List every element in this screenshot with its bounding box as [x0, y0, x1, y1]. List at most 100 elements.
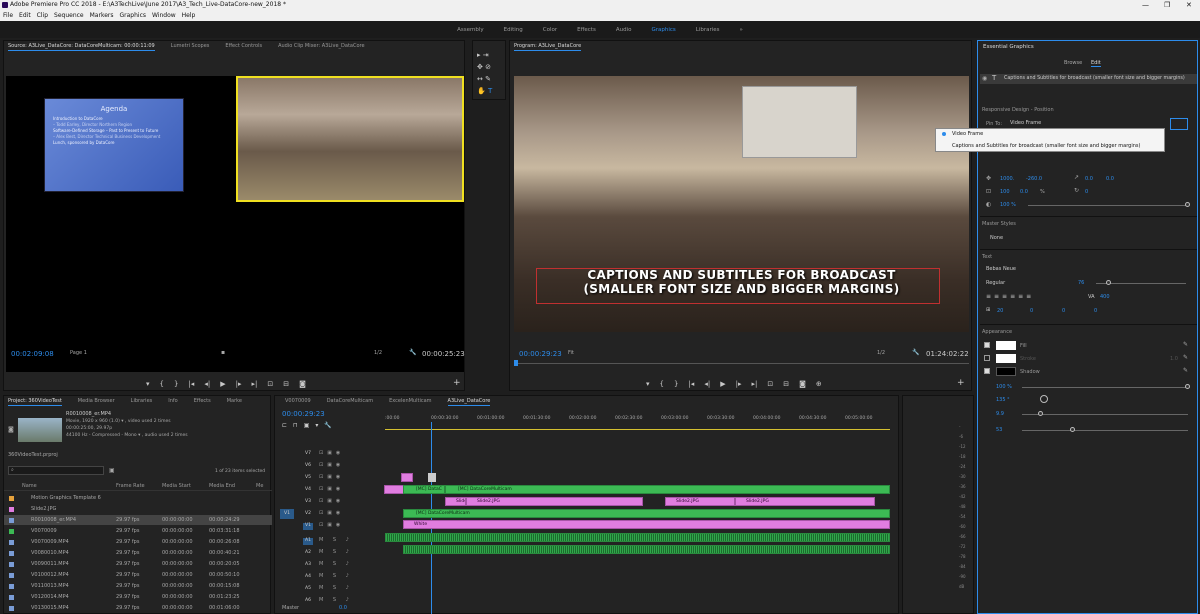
- stroke-swatch[interactable]: [996, 354, 1016, 363]
- tab-libraries[interactable]: Libraries: [131, 396, 153, 406]
- go-to-in-icon[interactable]: |◂: [688, 380, 694, 388]
- track-header[interactable]: V4 ⊡▣◉: [275, 485, 383, 496]
- track-name[interactable]: V1: [303, 523, 313, 530]
- playhead-icon[interactable]: [514, 360, 518, 366]
- caption-bounding-box[interactable]: [536, 268, 940, 304]
- timeline-clip[interactable]: [384, 485, 404, 494]
- list-item[interactable]: V0100012.MP4 29.97 fps 00:00:00:00 00:00:50…: [4, 570, 272, 580]
- track-toggle-icons[interactable]: ⊡▣◉: [319, 474, 344, 480]
- position-x[interactable]: 1000.: [1000, 176, 1014, 182]
- list-item[interactable]: V0090011.MP4 29.97 fps 00:00:00:00 00:00:20…: [4, 559, 272, 569]
- track-toggle-icons[interactable]: M S ♪: [319, 597, 353, 603]
- wrench-icon[interactable]: 🔧: [912, 349, 919, 356]
- hand-tool-icon[interactable]: ✋ T: [477, 85, 492, 97]
- workspace-graphics[interactable]: Graphics: [651, 27, 675, 33]
- shadow-distance-knob[interactable]: [1038, 411, 1043, 416]
- marker-icon[interactable]: ▾: [146, 380, 150, 388]
- track-name[interactable]: A5: [303, 586, 313, 593]
- list-item[interactable]: V0080010.MP4 29.97 fps 00:00:00:00 00:00:40…: [4, 548, 272, 558]
- workspace-more[interactable]: »: [740, 27, 743, 33]
- layer-row[interactable]: ◉ T Captions and Subtitles for broadcast…: [980, 74, 1197, 84]
- track-header[interactable]: A5 M S ♪: [275, 584, 383, 595]
- tab-edit[interactable]: Edit: [1091, 60, 1101, 67]
- track-name[interactable]: A4: [303, 574, 313, 581]
- workspace-effects[interactable]: Effects: [577, 27, 596, 33]
- track-toggle-icons[interactable]: M S ♪: [319, 537, 353, 543]
- tab-seq-v0070009[interactable]: V0070009: [285, 396, 311, 406]
- track-toggle-icons[interactable]: M S ♪: [319, 573, 353, 579]
- program-video[interactable]: CAPTIONS AND SUBTITLES FOR BROADCAST (SM…: [514, 76, 969, 332]
- in-point-icon[interactable]: {: [660, 380, 664, 388]
- track-toggle-icons[interactable]: ⊡▣◉: [319, 450, 344, 456]
- track-header[interactable]: V5 ⊡▣◉: [275, 473, 383, 484]
- column-media-end[interactable]: Media End: [209, 481, 235, 491]
- export-frame-icon[interactable]: ◙: [299, 380, 306, 388]
- list-item[interactable]: Motion Graphics Template 6: [4, 493, 272, 503]
- tracking-value[interactable]: 400: [1100, 294, 1110, 300]
- eye-icon[interactable]: ◉: [982, 75, 987, 82]
- export-frame-icon[interactable]: ◙: [799, 380, 806, 388]
- angle-dial-icon[interactable]: [1040, 395, 1048, 403]
- in-point-icon[interactable]: {: [160, 380, 164, 388]
- rotation-value-2[interactable]: 0.0: [1106, 176, 1114, 182]
- track-header[interactable]: A1 M S ♪: [275, 536, 383, 547]
- dropdown-option-video-frame[interactable]: Video Frame: [952, 131, 983, 137]
- timeline-ruler[interactable]: :00:00 00:00:30:00 00:01:00:00 00:01:30:00 0…: [385, 416, 890, 425]
- timeline-clip[interactable]: Slide2.JPG: [466, 497, 643, 506]
- tab-browse[interactable]: Browse: [1064, 60, 1082, 66]
- audio-clip-a2[interactable]: [403, 545, 890, 554]
- step-forward-icon[interactable]: |▸: [236, 380, 242, 388]
- list-item[interactable]: V0070009 29.97 fps 00:00:00:00 00:03:31:18: [4, 526, 272, 536]
- stroke-checkbox[interactable]: [984, 355, 990, 361]
- track-toggle-icons[interactable]: ⊡▣◉: [319, 522, 344, 528]
- shadow-checkbox[interactable]: [984, 368, 990, 374]
- timeline-clip[interactable]: [MC] DataCoreMulticam: [403, 509, 890, 518]
- column-media[interactable]: Me: [256, 481, 263, 491]
- minimize-icon[interactable]: —: [1142, 0, 1149, 10]
- program-zoom[interactable]: 1/2: [877, 350, 885, 356]
- shadow-distance-value[interactable]: 9.9: [996, 411, 1004, 417]
- source-timecode[interactable]: 00:02:09:08: [11, 350, 54, 358]
- master-value[interactable]: 0.0: [339, 605, 347, 611]
- tab-effects[interactable]: Effects: [194, 396, 211, 406]
- settings-icon[interactable]: ▪: [221, 349, 225, 356]
- tab-effect-controls[interactable]: Effect Controls: [225, 41, 262, 51]
- new-bin-icon[interactable]: ▣: [109, 467, 115, 474]
- lift-icon[interactable]: ⊡: [767, 380, 773, 388]
- comparison-icon[interactable]: ⊕: [816, 380, 822, 388]
- extract-icon[interactable]: ⊟: [783, 380, 789, 388]
- opacity-slider[interactable]: [1028, 205, 1188, 206]
- insert-icon[interactable]: ⊡: [267, 380, 273, 388]
- dropdown-option-caption-layer[interactable]: Captions and Subtitles for broadcast (sm…: [952, 143, 1140, 149]
- pin-to-select[interactable]: Video Frame: [1010, 120, 1162, 128]
- track-toggle-icons[interactable]: M S ♪: [319, 549, 353, 555]
- source-patch-v1[interactable]: V1: [280, 509, 294, 519]
- menu-file[interactable]: File: [3, 10, 13, 21]
- track-toggle-icons[interactable]: ⊡▣◉: [319, 498, 344, 504]
- tab-markers[interactable]: Marke: [227, 396, 242, 406]
- shadow-opacity-slider[interactable]: [1022, 387, 1188, 388]
- step-back-icon[interactable]: ◂|: [204, 380, 210, 388]
- shadow-opacity-knob[interactable]: [1185, 384, 1190, 389]
- shadow-size-knob[interactable]: [1070, 427, 1075, 432]
- go-to-in-icon[interactable]: |◂: [188, 380, 194, 388]
- anchor-value[interactable]: 0: [1085, 189, 1088, 195]
- eyedropper-icon[interactable]: ✎: [1183, 354, 1188, 361]
- timeline-clip[interactable]: [MC] DataCoreMulticam: [445, 485, 890, 494]
- tab-lumetri-scopes[interactable]: Lumetri Scopes: [171, 41, 210, 51]
- stroke-width-value[interactable]: 1.0: [1170, 356, 1178, 362]
- workspace-audio[interactable]: Audio: [616, 27, 632, 33]
- track-toggle-icons[interactable]: ⊡▣◉: [319, 486, 344, 492]
- opacity-slider-knob[interactable]: [1185, 202, 1190, 207]
- track-toggle-icons[interactable]: ⊡▣◉: [319, 462, 344, 468]
- list-item[interactable]: V0110013.MP4 29.97 fps 00:00:00:00 00:00:15…: [4, 581, 272, 591]
- close-icon[interactable]: ✕: [1186, 0, 1192, 10]
- timeline-tools[interactable]: ⊏⊓▣▾🔧: [282, 422, 338, 429]
- workspace-color[interactable]: Color: [543, 27, 557, 33]
- slip-tool-icon[interactable]: ↔ ✎: [477, 73, 492, 85]
- wrench-icon[interactable]: 🔧: [409, 349, 416, 356]
- list-item[interactable]: V0130015.MP4 29.97 fps 00:00:00:00 00:01:06…: [4, 603, 272, 613]
- track-name[interactable]: V7: [303, 451, 313, 458]
- timeline-playhead[interactable]: [431, 422, 432, 614]
- shadow-angle-value[interactable]: 135 °: [996, 397, 1010, 403]
